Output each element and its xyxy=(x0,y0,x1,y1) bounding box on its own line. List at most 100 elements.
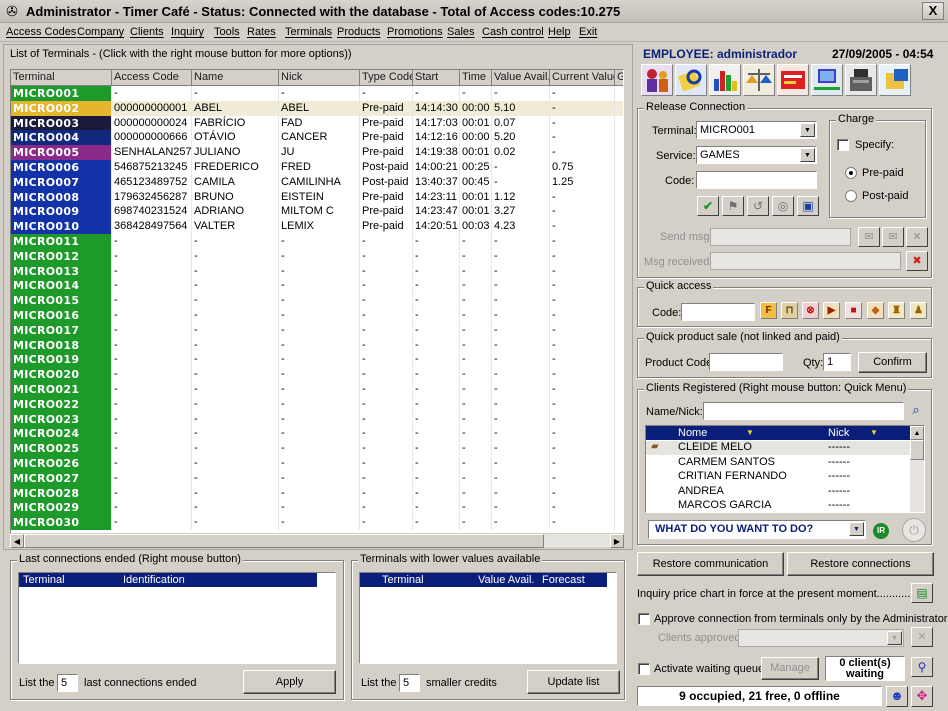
stop-icon[interactable]: ■ xyxy=(845,302,862,319)
list-item[interactable]: MARCOS GARCIA ------ xyxy=(646,499,910,512)
specify-checkbox[interactable] xyxy=(837,139,849,151)
list-item[interactable]: CRITIAN FERNANDO ------ xyxy=(646,470,910,484)
col-name[interactable]: Name xyxy=(192,70,279,86)
col-type-code[interactable]: Type Code xyxy=(360,70,413,86)
waiting-users-icon[interactable]: ⚲ xyxy=(911,657,933,677)
list-item[interactable]: ▰ CLEIDE MELO ------ xyxy=(646,441,910,455)
scroll-up-icon[interactable]: ▲ xyxy=(910,426,924,440)
update-list-button[interactable]: Update list xyxy=(527,670,620,694)
menu-products[interactable]: Products xyxy=(337,26,380,38)
chevron-down-icon[interactable]: ▼ xyxy=(800,123,815,137)
terminal-screen-icon[interactable]: ▣ xyxy=(797,196,819,216)
last-connections-list[interactable]: Terminal Identification xyxy=(18,572,336,664)
restore-connections-button[interactable]: Restore connections xyxy=(787,552,934,576)
broadcast-mail-icon[interactable]: ✉ xyxy=(882,227,904,247)
table-row[interactable]: MICRO014- - - - - - - - xyxy=(11,278,623,294)
table-row[interactable]: MICRO016- - - - - - - - xyxy=(11,308,623,323)
scroll-right-icon[interactable]: ▶ xyxy=(610,534,624,548)
col-g[interactable]: G xyxy=(615,70,623,86)
prepaid-radio[interactable] xyxy=(845,167,857,179)
menu-cash-control[interactable]: Cash control xyxy=(482,26,544,38)
postpaid-radio[interactable] xyxy=(845,190,857,202)
table-row[interactable]: MICRO023- - - - - - - - xyxy=(11,411,623,427)
refresh-icon[interactable]: ◎ xyxy=(772,196,794,216)
delete-msg-icon[interactable]: ✖ xyxy=(906,251,928,271)
table-row[interactable]: MICRO011- - - - - - - - xyxy=(11,234,623,249)
users-icon[interactable] xyxy=(641,64,673,96)
col-value-avail[interactable]: Value Avail. xyxy=(492,70,550,86)
table-row[interactable]: MICRO007 465123489752 CAMILA CAMILINHA Post-… xyxy=(11,174,623,190)
table-row[interactable]: MICRO009 698740231524 ADRIANO MILTOM C Pre-p… xyxy=(11,204,623,220)
power-icon[interactable]: ⏻ xyxy=(902,518,926,542)
table-row[interactable]: MICRO019- - - - - - - - xyxy=(11,352,623,368)
table-row[interactable]: MICRO024- - - - - - - - xyxy=(11,426,623,442)
service-select[interactable]: GAMES ▼ xyxy=(696,146,817,164)
send-msg-input[interactable] xyxy=(710,228,851,246)
scroll-thumb[interactable] xyxy=(24,534,544,548)
quick-access-code-input[interactable] xyxy=(681,303,755,321)
menu-company[interactable]: Company xyxy=(77,26,124,38)
table-row[interactable]: MICRO026- - - - - - - - xyxy=(11,456,623,471)
database-icon[interactable] xyxy=(879,64,911,96)
table-row[interactable]: MICRO022- - - - - - - - xyxy=(11,396,623,412)
col-start[interactable]: Start xyxy=(413,70,460,86)
table-row[interactable]: MICRO003 000000000024 FABRÍCIO FAD Pre-paid 1… xyxy=(11,115,623,131)
horizontal-scrollbar[interactable]: ◀ ▶ xyxy=(10,533,624,548)
code-input[interactable] xyxy=(696,171,817,189)
restore-communication-button[interactable]: Restore communication xyxy=(637,552,784,576)
table-row[interactable]: MICRO004 000000000666 OTÁVIO CANCER Pre-paid… xyxy=(11,130,623,146)
col-nick[interactable]: Nick xyxy=(279,70,360,86)
lower-values-list[interactable]: Terminal Value Avail. Forecast xyxy=(359,572,617,664)
go-icon[interactable]: IR xyxy=(873,523,889,539)
product-code-input[interactable] xyxy=(709,353,783,371)
table-row[interactable]: MICRO013- - - - - - - - xyxy=(11,263,623,279)
run-icon[interactable]: ⚑ xyxy=(722,196,744,216)
table-row[interactable]: MICRO020- - - - - - - - xyxy=(11,367,623,383)
close-button[interactable]: X xyxy=(922,2,944,20)
table-row[interactable]: MICRO005 SENHALAN257 JULIANO JU Pre-paid 14:1… xyxy=(11,145,623,161)
send-mail-icon[interactable]: ✉ xyxy=(858,227,880,247)
name-nick-input[interactable] xyxy=(703,402,904,420)
confirm-button[interactable]: Confirm xyxy=(858,352,927,373)
next-icon[interactable]: ▶ xyxy=(823,302,840,319)
lower-values-count-input[interactable]: 5 xyxy=(399,674,420,692)
user-icon[interactable]: ♟ xyxy=(910,302,927,319)
scale-icon[interactable] xyxy=(743,64,775,96)
table-row[interactable]: MICRO002 000000000001 ABEL ABEL Pre-paid 14:1… xyxy=(11,100,623,116)
cancel-icon[interactable]: ⊗ xyxy=(802,302,819,319)
clear-msg-icon[interactable]: ✕ xyxy=(906,227,928,247)
cash-register-icon[interactable] xyxy=(845,64,877,96)
table-row[interactable]: MICRO006 546875213245 FREDERICO FRED Post-pa… xyxy=(11,160,623,175)
menu-help[interactable]: Help xyxy=(548,26,571,38)
table-row[interactable]: MICRO021- - - - - - - - xyxy=(11,382,623,397)
table-row[interactable]: MICRO028- - - - - - - - xyxy=(11,485,623,501)
manage-button[interactable]: Manage xyxy=(761,657,819,680)
table-row[interactable]: MICRO010 368428497564 VALTER LEMIX Pre-paid 1… xyxy=(11,219,623,235)
scroll-left-icon[interactable]: ◀ xyxy=(10,534,24,548)
table-row[interactable]: MICRO018- - - - - - - - xyxy=(11,337,623,353)
clients-list[interactable]: Nome ▼ Nick ▼ ▰ CLEIDE MELO ------ CARMEM S… xyxy=(645,425,925,513)
last-connections-count-input[interactable]: 5 xyxy=(57,674,78,692)
menu-tools[interactable]: Tools xyxy=(214,26,240,38)
table-row[interactable]: MICRO017- - - - - - - - xyxy=(11,322,623,338)
chevron-down-icon[interactable]: ▼ xyxy=(800,148,815,162)
table-row[interactable]: MICRO025- - - - - - - - xyxy=(11,441,623,457)
rates-quick-icon[interactable]: F xyxy=(760,302,777,319)
col-time[interactable]: Time xyxy=(460,70,492,86)
search-report-icon[interactable] xyxy=(675,64,707,96)
person-icon[interactable]: ♜ xyxy=(888,302,905,319)
table-row[interactable]: MICRO029- - - - - - - - xyxy=(11,500,623,516)
table-row[interactable]: MICRO015- - - - - - - - xyxy=(11,293,623,309)
menu-rates[interactable]: Rates xyxy=(247,26,276,38)
col-access-code[interactable]: Access Code xyxy=(112,70,192,86)
inquiry-price-text[interactable]: Inquiry price chart in force at the pres… xyxy=(637,588,919,600)
search-icon[interactable]: ⌕ xyxy=(906,401,926,421)
what-todo-select[interactable]: WHAT DO YOU WANT TO DO? ▼ xyxy=(648,520,866,539)
chart-icon[interactable] xyxy=(709,64,741,96)
menu-sales[interactable]: Sales xyxy=(447,26,475,38)
price-chart-icon[interactable]: ▤ xyxy=(911,583,933,603)
menu-promotions[interactable]: Promotions xyxy=(387,26,443,38)
col-terminal[interactable]: Terminal xyxy=(11,70,112,86)
list-item[interactable]: CARMEM SANTOS ------ xyxy=(646,456,910,470)
table-row[interactable]: MICRO012- - - - - - - - xyxy=(11,248,623,264)
